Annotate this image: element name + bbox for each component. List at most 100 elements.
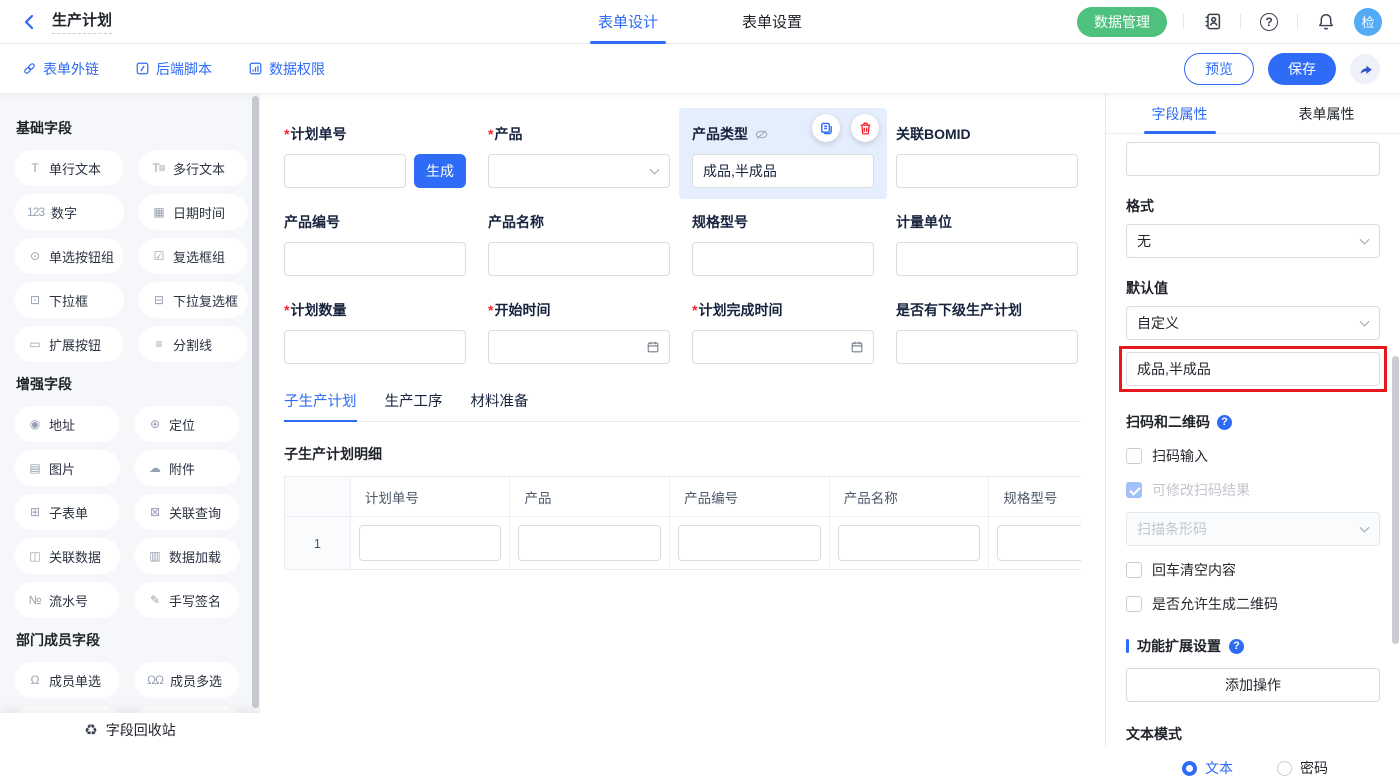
cell-input[interactable] [997, 525, 1081, 561]
help-icon[interactable]: ? [1217, 415, 1232, 430]
format-select[interactable]: 无 [1126, 224, 1380, 258]
cell-input[interactable] [678, 525, 821, 561]
backend-script-button[interactable]: 后端脚本 [135, 59, 212, 79]
tab-material-prep[interactable]: 材料准备 [471, 390, 529, 421]
extension-section-title: 功能扩展设置 ? [1126, 636, 1380, 656]
generate-button[interactable]: 生成 [414, 154, 466, 188]
preview-button[interactable]: 预览 [1184, 53, 1254, 85]
field-product-code[interactable]: 产品编号 [284, 212, 466, 276]
tab-form-settings[interactable]: 表单设置 [742, 0, 802, 44]
copy-field-button[interactable] [812, 114, 840, 142]
sidebar-scrollbar[interactable] [252, 96, 259, 708]
palette-item-location[interactable]: ⊕定位 [134, 406, 240, 442]
palette-item-number[interactable]: 123数字 [14, 194, 124, 230]
panel-scrollbar[interactable] [1392, 356, 1399, 644]
radio-text[interactable]: 文本 [1182, 758, 1233, 778]
product-select[interactable] [488, 154, 670, 188]
spec-model-input[interactable] [692, 242, 874, 276]
palette-item-relation-data[interactable]: ◫关联数据 [14, 538, 120, 574]
external-link-button[interactable]: 表单外链 [22, 59, 99, 79]
palette-item-divider[interactable]: ≡分割线 [138, 326, 248, 362]
add-action-button[interactable]: 添加操作 [1126, 668, 1380, 702]
product-code-input[interactable] [284, 242, 466, 276]
field-product[interactable]: *产品 [488, 124, 670, 188]
calendar-icon [646, 340, 660, 354]
field-product-name[interactable]: 产品名称 [488, 212, 670, 276]
pen-icon: ✎ [147, 593, 162, 607]
field-recycle-bin[interactable]: ♻ 字段回收站 [0, 713, 260, 747]
field-has-sub-plan[interactable]: 是否有下级生产计划 [896, 300, 1078, 364]
share-button[interactable] [1350, 54, 1380, 84]
field-plan-qty[interactable]: *计划数量 [284, 300, 466, 364]
allow-qrcode-checkbox[interactable]: 是否允许生成二维码 [1126, 594, 1380, 614]
palette-item-multi-text[interactable]: T≡多行文本 [138, 150, 248, 186]
palette-item-subform[interactable]: ⊞子表单 [14, 494, 120, 530]
palette-item-datetime[interactable]: ▦日期时间 [138, 194, 248, 230]
palette-item-data-load[interactable]: ▥数据加载 [134, 538, 240, 574]
cell-input[interactable] [518, 525, 661, 561]
scan-input-checkbox[interactable]: 扫码输入 [1126, 446, 1380, 466]
plan-finish-time-input[interactable] [692, 330, 874, 364]
palette-item-image[interactable]: ▤图片 [14, 450, 120, 486]
avatar[interactable]: 检 [1354, 8, 1382, 36]
palette-item-radio-group[interactable]: ⊙单选按钮组 [14, 238, 124, 274]
cell-input[interactable] [359, 525, 502, 561]
has-sub-plan-input[interactable] [896, 330, 1078, 364]
tab-form-design[interactable]: 表单设计 [598, 0, 658, 44]
editable-scan-result-checkbox[interactable]: 可修改扫码结果 [1126, 480, 1380, 500]
palette-item-serial-number[interactable]: №流水号 [14, 582, 120, 618]
plan-no-input[interactable] [284, 154, 406, 188]
help-icon[interactable]: ? [1229, 639, 1244, 654]
back-icon[interactable] [18, 11, 40, 33]
palette-item-member-single[interactable]: Ω成员单选 [14, 662, 120, 698]
field-bom-id[interactable]: 关联BOMID [896, 124, 1078, 188]
radio-password[interactable]: 密码 [1277, 758, 1328, 778]
palette-item-dropdown[interactable]: ⊡下拉框 [14, 282, 124, 318]
field-plan-no[interactable]: *计划单号 生成 [284, 124, 466, 188]
user-icon: Ω [27, 673, 42, 687]
palette-item-relation-query[interactable]: ⊠关联查询 [134, 494, 240, 530]
data-manage-button[interactable]: 数据管理 [1077, 7, 1167, 37]
palette-item-address[interactable]: ◉地址 [14, 406, 120, 442]
palette-item-checkbox-group[interactable]: ☑复选框组 [138, 238, 248, 274]
form-title[interactable]: 生产计划 [52, 9, 112, 34]
field-plan-finish-time[interactable]: *计划完成时间 [692, 300, 874, 364]
palette-item-signature[interactable]: ✎手写签名 [134, 582, 240, 618]
data-permission-button[interactable]: 数据权限 [248, 59, 325, 79]
recycle-icon: ♻ [84, 721, 97, 739]
palette-item-single-text[interactable]: T单行文本 [14, 150, 124, 186]
bell-icon[interactable] [1314, 10, 1338, 34]
field-name-input[interactable] [1126, 142, 1380, 176]
default-mode-select[interactable]: 自定义 [1126, 306, 1380, 340]
start-time-input[interactable] [488, 330, 670, 364]
script-icon [135, 61, 150, 76]
enter-clear-checkbox[interactable]: 回车清空内容 [1126, 560, 1380, 580]
contacts-icon[interactable] [1200, 10, 1224, 34]
default-custom-input[interactable]: 成品,半成品 [1126, 352, 1380, 386]
bom-id-input[interactable] [896, 154, 1078, 188]
palette-item-attachment[interactable]: ☁附件 [134, 450, 240, 486]
relation-query-icon: ⊠ [147, 505, 162, 519]
tab-production-process[interactable]: 生产工序 [385, 390, 443, 421]
product-type-input[interactable]: 成品,半成品 [692, 154, 874, 188]
tab-sub-production-plan[interactable]: 子生产计划 [284, 390, 357, 421]
product-name-input[interactable] [488, 242, 670, 276]
cell-input[interactable] [838, 525, 981, 561]
section-title: 增强字段 [16, 374, 240, 394]
form-canvas[interactable]: *计划单号 生成 *产品 产品类型 [260, 94, 1105, 747]
field-spec-model[interactable]: 规格型号 [692, 212, 874, 276]
palette-item-multi-dropdown[interactable]: ⊟下拉复选框 [138, 282, 248, 318]
tab-form-properties[interactable]: 表单属性 [1253, 94, 1400, 133]
palette-item-member-multi[interactable]: ΩΩ成员多选 [134, 662, 240, 698]
palette-item-extend-button[interactable]: ▭扩展按钮 [14, 326, 124, 362]
scan-type-select[interactable]: 扫描条形码 [1126, 512, 1380, 546]
help-icon[interactable]: ? [1257, 10, 1281, 34]
unit-input[interactable] [896, 242, 1078, 276]
field-unit[interactable]: 计量单位 [896, 212, 1078, 276]
save-button[interactable]: 保存 [1268, 53, 1336, 85]
field-product-type-selected[interactable]: 产品类型 成品,半成品 [679, 108, 887, 199]
field-start-time[interactable]: *开始时间 [488, 300, 670, 364]
plan-qty-input[interactable] [284, 330, 466, 364]
tab-field-properties[interactable]: 字段属性 [1106, 94, 1253, 133]
delete-field-button[interactable] [851, 114, 879, 142]
